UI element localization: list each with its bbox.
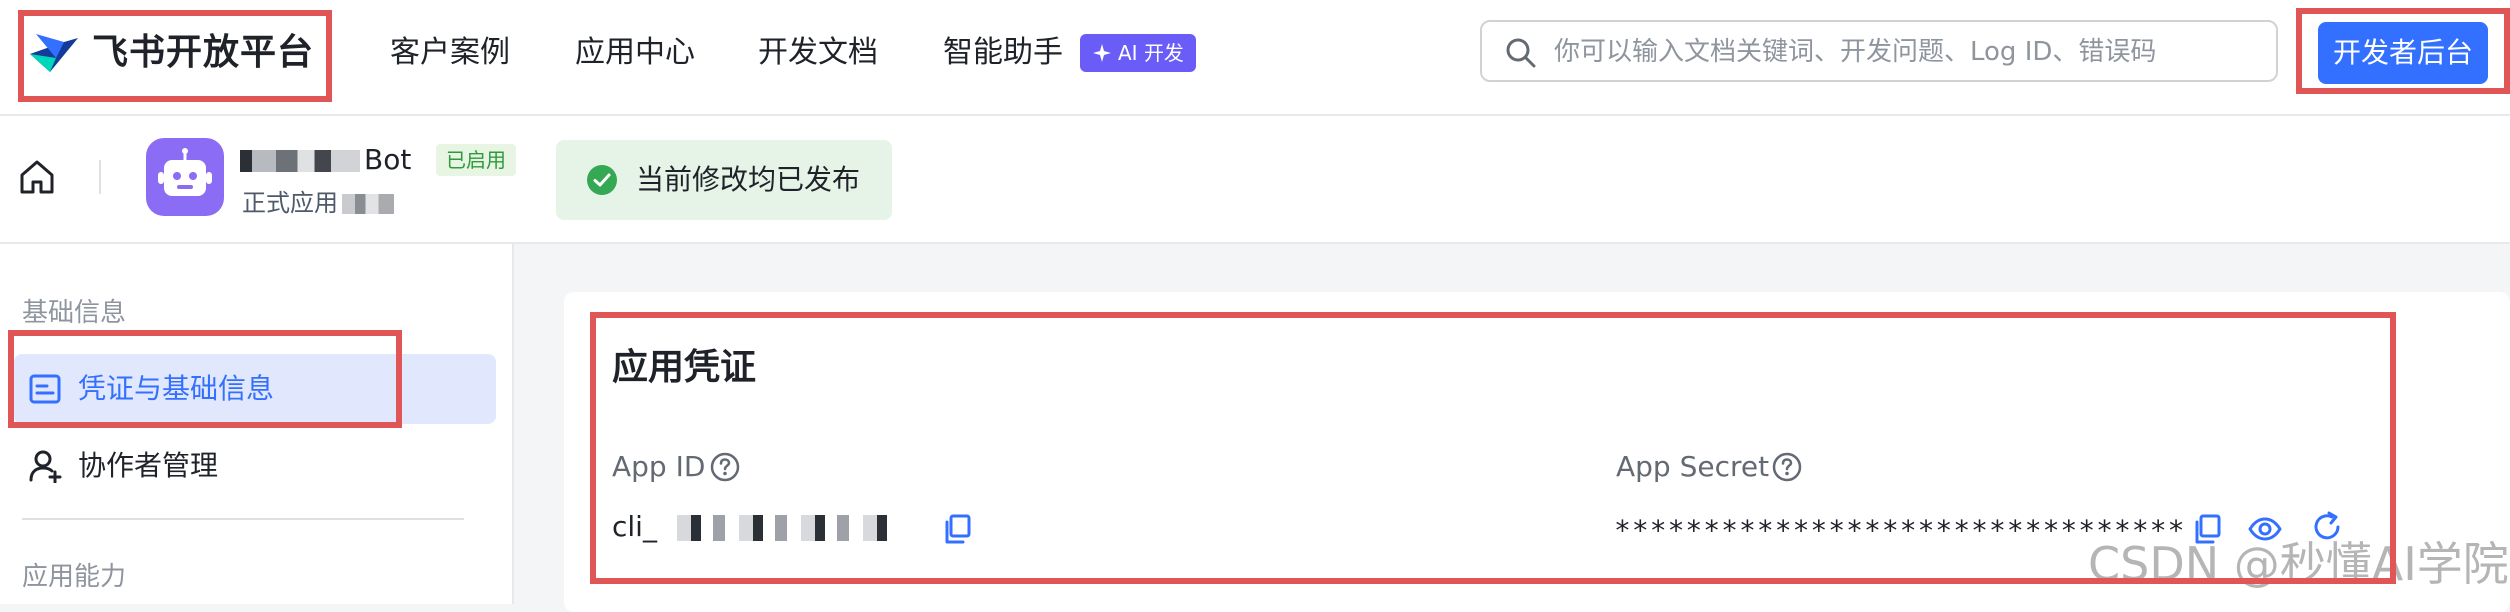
app-avatar (146, 138, 224, 216)
brand-title[interactable]: 飞书开放平台 (92, 28, 314, 78)
app-id-prefix: cli_ (612, 510, 657, 543)
search-icon (1506, 38, 1536, 68)
sidebar-section-basic-info: 基础信息 (22, 298, 127, 328)
app-id-label: App ID (612, 450, 706, 483)
sidebar-item-credentials-label: 凭证与基础信息 (78, 372, 275, 405)
copy-app-id-icon[interactable] (940, 512, 974, 546)
nav-item-ai-assistant[interactable]: 智能助手 (943, 30, 1063, 76)
check-circle-icon (587, 165, 617, 195)
sidebar-section-capability: 应用能力 (22, 562, 127, 592)
redacted-app-name (240, 150, 360, 172)
publish-status-text: 当前修改均已发布 (636, 163, 861, 196)
app-type: 正式应用 (242, 186, 394, 220)
credentials-title: 应用凭证 (612, 347, 757, 388)
app-name: Bot (240, 140, 411, 180)
home-icon[interactable] (18, 158, 56, 196)
sidebar-item-collaborators[interactable]: 协作者管理 (14, 431, 496, 501)
search-input[interactable] (1552, 30, 2256, 74)
app-status-badge: 已启用 (436, 144, 516, 176)
nav-item-customer-cases[interactable]: 客户案例 (390, 30, 510, 76)
nav-item-app-center[interactable]: 应用中心 (575, 30, 695, 76)
sparkle-icon (1093, 44, 1111, 62)
sidebar-item-collaborators-label: 协作者管理 (78, 449, 219, 482)
robot-icon (158, 148, 212, 196)
ai-dev-badge[interactable]: AI 开发 (1080, 34, 1196, 72)
redacted-app-id (662, 515, 893, 541)
app-secret-label: App Secret (1616, 450, 1770, 483)
help-icon[interactable] (1772, 452, 1802, 482)
app-type-label: 正式应用 (242, 189, 338, 217)
nav-item-dev-docs[interactable]: 开发文档 (758, 30, 878, 76)
header-divider (99, 160, 101, 194)
watermark: CSDN @秒懂AI学院 (2088, 537, 2509, 591)
sidebar-divider (22, 518, 464, 520)
feishu-logo-icon[interactable] (26, 28, 82, 78)
redacted-app-type (342, 194, 394, 214)
app-id-value: cli_ (612, 504, 893, 550)
help-icon[interactable] (710, 452, 740, 482)
ai-badge-label: AI 开发 (1118, 41, 1184, 65)
sidebar-item-credentials[interactable]: 凭证与基础信息 (14, 354, 496, 424)
app-name-visible: Bot (364, 143, 412, 176)
credential-icon (29, 374, 61, 404)
search-box[interactable] (1480, 20, 2278, 82)
developer-console-button[interactable]: 开发者后台 (2318, 22, 2488, 84)
add-user-icon (29, 450, 62, 483)
app-header (0, 116, 2510, 244)
